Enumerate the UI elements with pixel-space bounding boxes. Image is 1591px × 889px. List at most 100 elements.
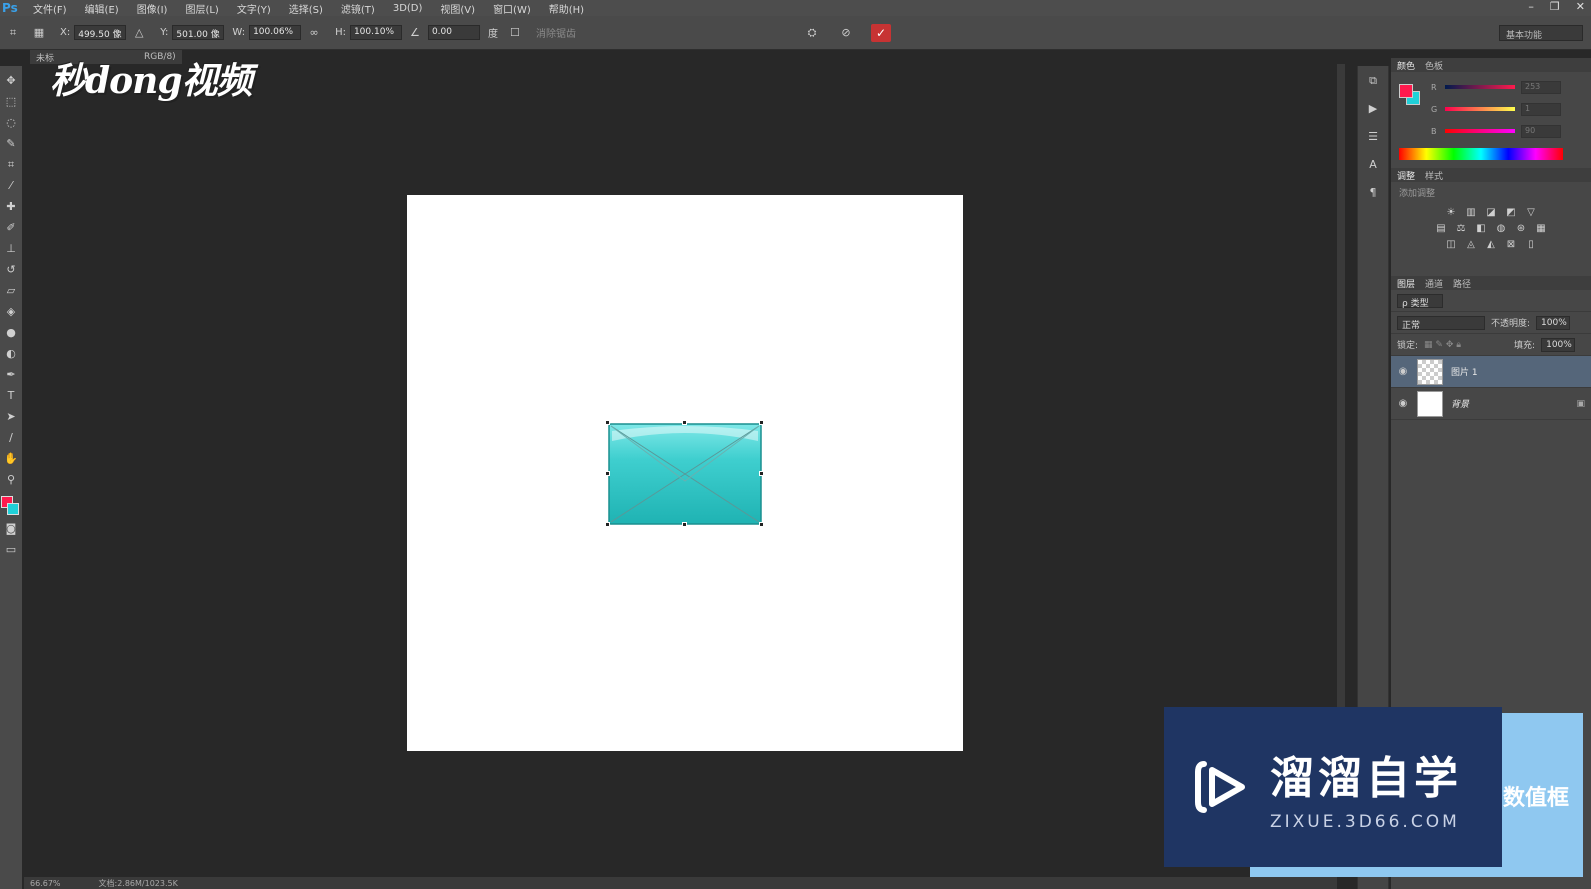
channel-mixer-icon[interactable]: ⊛ bbox=[1515, 223, 1527, 235]
lock-icons[interactable]: ▦ ✎ ✥ 🔒︎ bbox=[1424, 340, 1482, 350]
brightness-icon[interactable]: ☀ bbox=[1445, 207, 1457, 219]
transform-selection[interactable] bbox=[605, 420, 764, 527]
layer-name[interactable]: 图片 1 bbox=[1451, 365, 1585, 378]
link-icon[interactable]: ∞ bbox=[307, 26, 321, 40]
eye-icon[interactable]: ◉ bbox=[1397, 366, 1409, 377]
slider-r[interactable]: R 253 bbox=[1431, 80, 1581, 94]
tab-layers[interactable]: 图层 bbox=[1397, 277, 1415, 290]
eye-icon[interactable]: ◉ bbox=[1397, 398, 1409, 409]
delta-icon[interactable]: △ bbox=[132, 26, 146, 40]
invert-icon[interactable]: ◫ bbox=[1445, 239, 1457, 251]
blend-mode-select[interactable]: 正常 bbox=[1397, 315, 1485, 331]
cancel-transform-icon[interactable]: ⊘ bbox=[839, 26, 853, 40]
menu-window[interactable]: 窗口(W) bbox=[484, 1, 540, 16]
fill-input[interactable]: 100% bbox=[1541, 337, 1576, 352]
menu-3d[interactable]: 3D(D) bbox=[384, 3, 432, 14]
levels-icon[interactable]: ▥ bbox=[1465, 207, 1477, 219]
handle-top-left[interactable] bbox=[605, 420, 610, 425]
warp-icon[interactable]: ⛭ bbox=[805, 26, 819, 40]
pen-tool-icon[interactable]: ✒ bbox=[2, 364, 20, 385]
commit-transform-button[interactable]: ✓ bbox=[871, 23, 891, 42]
quick-select-tool-icon[interactable]: ✎ bbox=[2, 133, 20, 154]
slider-r-track[interactable] bbox=[1445, 85, 1515, 89]
exposure-icon[interactable]: ◩ bbox=[1505, 207, 1517, 219]
screen-mode-icon[interactable]: ▭ bbox=[2, 539, 20, 560]
marquee-tool-icon[interactable]: ⬚ bbox=[2, 91, 20, 112]
slider-b-track[interactable] bbox=[1445, 129, 1515, 133]
layer-name[interactable]: 背景 bbox=[1451, 397, 1568, 410]
history-brush-tool-icon[interactable]: ↺ bbox=[2, 259, 20, 280]
restore-icon[interactable]: ❐ bbox=[1550, 0, 1560, 13]
path-select-tool-icon[interactable]: ➤ bbox=[2, 406, 20, 427]
background-color-swatch[interactable] bbox=[7, 503, 19, 515]
menu-select[interactable]: 选择(S) bbox=[280, 1, 332, 16]
character-panel-icon[interactable]: A bbox=[1363, 154, 1383, 176]
menu-layer[interactable]: 图层(L) bbox=[176, 1, 227, 16]
actions-panel-icon[interactable]: ▶ bbox=[1363, 98, 1383, 120]
selective-color-icon[interactable]: ⊠ bbox=[1505, 239, 1517, 251]
handle-bottom-center[interactable] bbox=[682, 522, 687, 527]
color-spectrum[interactable] bbox=[1399, 148, 1563, 160]
tab-color[interactable]: 颜色 bbox=[1397, 59, 1415, 72]
color-swatches[interactable] bbox=[1, 496, 21, 518]
curves-icon[interactable]: ◪ bbox=[1485, 207, 1497, 219]
quick-mask-icon[interactable]: ◙ bbox=[2, 518, 20, 539]
slider-g-value[interactable]: 1 bbox=[1521, 102, 1561, 116]
antialias-checkbox[interactable]: ☐ bbox=[508, 26, 522, 40]
color-balance-icon[interactable]: ⚖ bbox=[1455, 223, 1467, 235]
eyedropper-tool-icon[interactable]: ⁄ bbox=[2, 175, 20, 196]
slider-g-track[interactable] bbox=[1445, 107, 1515, 111]
menu-help[interactable]: 帮助(H) bbox=[540, 1, 593, 16]
menu-filter[interactable]: 滤镜(T) bbox=[332, 1, 384, 16]
menu-edit[interactable]: 编辑(E) bbox=[76, 1, 128, 16]
slider-b-value[interactable]: 90 bbox=[1521, 124, 1561, 138]
tab-adjustments[interactable]: 调整 bbox=[1397, 169, 1415, 182]
slider-b[interactable]: B 90 bbox=[1431, 124, 1581, 138]
paragraph-panel-icon[interactable]: ¶ bbox=[1363, 182, 1383, 204]
w-input[interactable]: 100.06% bbox=[249, 25, 302, 40]
handle-middle-right[interactable] bbox=[759, 471, 764, 476]
move-tool-icon[interactable]: ✥ bbox=[2, 70, 20, 91]
blur-tool-icon[interactable]: ● bbox=[2, 322, 20, 343]
x-input[interactable]: 499.50 像 bbox=[74, 25, 127, 40]
layer-row-image1[interactable]: ◉ 图片 1 bbox=[1391, 356, 1591, 388]
minimize-icon[interactable]: – bbox=[1528, 0, 1534, 13]
menu-file[interactable]: 文件(F) bbox=[24, 1, 76, 16]
hue-saturation-icon[interactable]: ▤ bbox=[1435, 223, 1447, 235]
zoom-level[interactable]: 66.67% bbox=[30, 879, 61, 888]
paint-bucket-tool-icon[interactable]: ◈ bbox=[2, 301, 20, 322]
menu-view[interactable]: 视图(V) bbox=[431, 1, 484, 16]
handle-middle-left[interactable] bbox=[605, 471, 610, 476]
workspace-select[interactable]: 基本功能 bbox=[1499, 25, 1583, 41]
line-tool-icon[interactable]: ∕ bbox=[2, 427, 20, 448]
type-tool-icon[interactable]: T bbox=[2, 385, 20, 406]
layer-filter-select[interactable]: ρ 类型 bbox=[1397, 293, 1443, 309]
reference-point-icon[interactable]: ▦ bbox=[32, 26, 46, 40]
photo-filter-icon[interactable]: ◍ bbox=[1495, 223, 1507, 235]
tab-styles[interactable]: 样式 bbox=[1425, 169, 1443, 182]
zoom-tool-icon[interactable]: ⚲ bbox=[2, 469, 20, 490]
opacity-input[interactable]: 100% bbox=[1536, 315, 1571, 330]
eraser-tool-icon[interactable]: ▱ bbox=[2, 280, 20, 301]
posterize-icon[interactable]: ◬ bbox=[1465, 239, 1477, 251]
panel-foreground-swatch[interactable] bbox=[1399, 84, 1413, 98]
slider-g[interactable]: G 1 bbox=[1431, 102, 1581, 116]
hand-tool-icon[interactable]: ✋ bbox=[2, 448, 20, 469]
slider-r-value[interactable]: 253 bbox=[1521, 80, 1561, 94]
history-panel-icon[interactable]: ⧉ bbox=[1363, 70, 1383, 92]
menu-image[interactable]: 图像(I) bbox=[128, 1, 177, 16]
stamp-tool-icon[interactable]: ⊥ bbox=[2, 238, 20, 259]
layer-row-background[interactable]: ◉ 背景 ▣ bbox=[1391, 388, 1591, 420]
black-white-icon[interactable]: ◧ bbox=[1475, 223, 1487, 235]
tab-channels[interactable]: 通道 bbox=[1425, 277, 1443, 290]
gradient-map-icon[interactable]: ▯ bbox=[1525, 239, 1537, 251]
brush-tool-icon[interactable]: ✐ bbox=[2, 217, 20, 238]
close-icon[interactable]: ✕ bbox=[1576, 0, 1585, 13]
tab-swatches[interactable]: 色板 bbox=[1425, 59, 1443, 72]
color-lookup-icon[interactable]: ▦ bbox=[1535, 223, 1547, 235]
handle-top-center[interactable] bbox=[682, 420, 687, 425]
dodge-tool-icon[interactable]: ◐ bbox=[2, 343, 20, 364]
properties-panel-icon[interactable]: ☰ bbox=[1363, 126, 1383, 148]
healing-tool-icon[interactable]: ✚ bbox=[2, 196, 20, 217]
angle-input[interactable]: 0.00 bbox=[427, 25, 480, 40]
